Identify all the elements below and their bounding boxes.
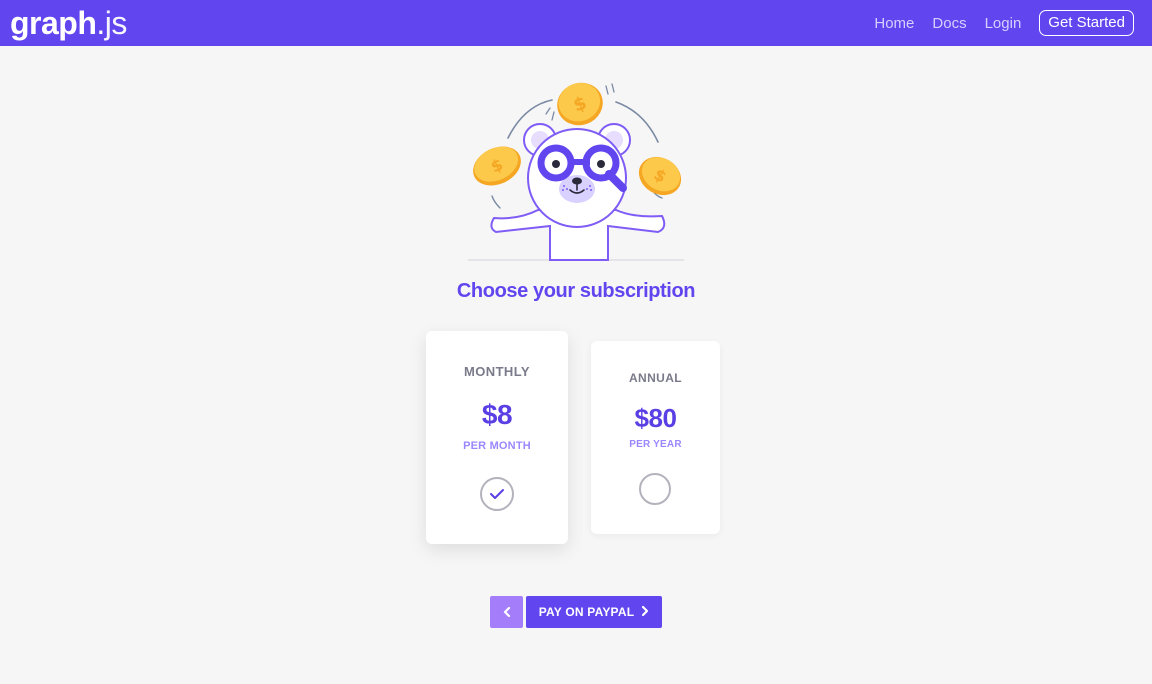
nav-links: Home Docs Login Get Started	[856, 0, 1134, 46]
plan-period: PER MONTH	[463, 440, 531, 452]
chevron-left-icon	[503, 606, 510, 618]
check-icon	[490, 489, 504, 499]
logo-text-graph: graph	[10, 5, 97, 41]
plan-price: $80	[634, 403, 677, 433]
plan-radio-selected[interactable]	[480, 477, 514, 511]
get-started-button[interactable]: Get Started	[1039, 10, 1134, 36]
pay-on-paypal-button[interactable]: PAY ON PAYPAL	[526, 596, 662, 628]
nav-link-home[interactable]: Home	[874, 15, 914, 32]
graphjs-logo[interactable]: graph.js	[10, 3, 127, 49]
plan-name: ANNUAL	[628, 371, 683, 385]
plan-period: PER YEAR	[629, 439, 682, 450]
chevron-right-icon	[641, 604, 649, 620]
nav-link-docs[interactable]: Docs	[932, 15, 966, 32]
top-navbar: graph.js Home Docs Login Get Started	[0, 0, 1152, 46]
plan-name: MONTHLY	[464, 364, 530, 379]
pay-button-label: PAY ON PAYPAL	[538, 605, 635, 619]
nav-link-login[interactable]: Login	[985, 15, 1022, 32]
plan-radio-unselected[interactable]	[639, 473, 671, 505]
logo-text-js: js	[104, 5, 127, 41]
bear-juggling-coins-illustration: $ $ $	[466, 78, 686, 264]
logo-dot: .	[96, 5, 105, 41]
back-button[interactable]	[490, 596, 523, 628]
page-title: Choose your subscription	[456, 280, 696, 302]
plan-price: $8	[481, 399, 513, 430]
plan-card-annual[interactable]: ANNUAL $80 PER YEAR	[591, 341, 720, 534]
plan-card-monthly[interactable]: MONTHLY $8 PER MONTH	[426, 331, 568, 544]
